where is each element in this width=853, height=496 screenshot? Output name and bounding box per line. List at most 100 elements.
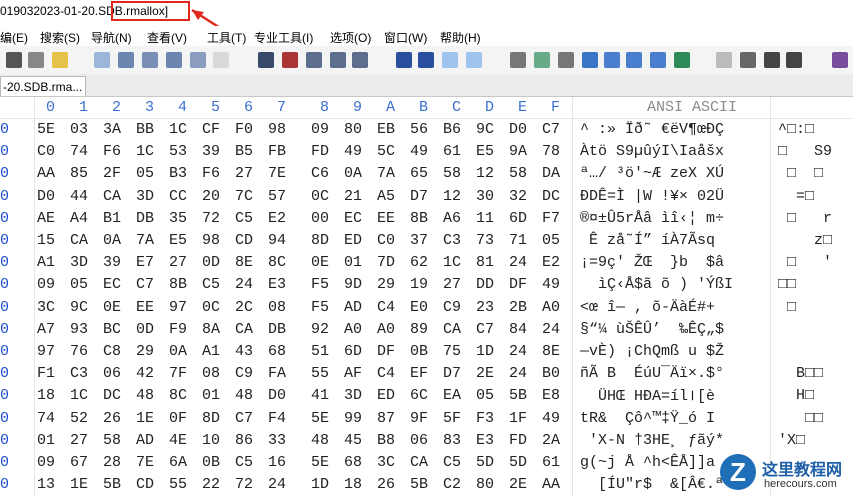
hex-byte[interactable]: D7 — [443, 365, 461, 382]
first-icon[interactable] — [740, 52, 756, 68]
hex-byte[interactable]: D0 — [268, 387, 286, 404]
hex-byte[interactable]: 5D — [476, 454, 494, 471]
hex-byte[interactable]: 53 — [169, 143, 187, 160]
hex-byte[interactable]: 1C — [70, 387, 88, 404]
hex-byte[interactable]: 93 — [70, 321, 88, 338]
hex-byte[interactable]: 0A — [169, 343, 187, 360]
hex-byte[interactable]: F7 — [542, 210, 560, 227]
hex-byte[interactable]: 26 — [103, 410, 121, 427]
grid-icon[interactable] — [650, 52, 666, 68]
hex-byte[interactable]: 43 — [235, 343, 253, 360]
hex-byte[interactable]: C3 — [70, 365, 88, 382]
hex-byte[interactable]: 03 — [70, 121, 88, 138]
ansi-text[interactable]: §“¼ ùŠÊÛ’ ‰ÊÇ„$ — [580, 321, 724, 338]
find-hex-icon[interactable] — [282, 52, 298, 68]
hex-byte[interactable]: 19 — [410, 276, 428, 293]
hex-byte[interactable]: 24 — [509, 365, 527, 382]
hex-byte[interactable]: C6 — [311, 165, 329, 182]
hex-byte[interactable]: 48 — [136, 387, 154, 404]
hex-byte[interactable]: 27 — [169, 254, 187, 271]
hex-byte[interactable]: 61 — [443, 143, 461, 160]
hex-byte[interactable]: 3A — [103, 121, 121, 138]
hex-byte[interactable]: A5 — [377, 188, 395, 205]
hex-byte[interactable]: F1 — [37, 365, 55, 382]
hex-byte[interactable]: DF — [509, 276, 527, 293]
hex-byte[interactable]: 6A — [169, 454, 187, 471]
hex-byte[interactable]: 74 — [37, 410, 55, 427]
binoculars-icon[interactable] — [258, 52, 274, 68]
hex-byte[interactable]: 26 — [377, 476, 395, 493]
hex-byte[interactable]: 68 — [268, 343, 286, 360]
menu-window[interactable]: 窗口(W) — [384, 29, 427, 46]
hex-byte[interactable]: 97 — [169, 299, 187, 316]
hex-byte[interactable]: 6D — [509, 210, 527, 227]
hex-byte[interactable]: 0C — [202, 299, 220, 316]
paste-special-icon[interactable] — [166, 52, 182, 68]
hex-byte[interactable]: AA — [542, 476, 560, 493]
hex-byte[interactable]: EC — [103, 276, 121, 293]
hex-byte[interactable]: C7 — [235, 410, 253, 427]
hex-byte[interactable]: F6 — [202, 165, 220, 182]
hex-byte[interactable]: C5 — [235, 454, 253, 471]
hex-byte[interactable]: ED — [344, 232, 362, 249]
hex-byte[interactable]: 05 — [136, 165, 154, 182]
hex-byte[interactable]: 80 — [476, 476, 494, 493]
hex-byte[interactable]: 2F — [103, 165, 121, 182]
hex-byte[interactable]: 35 — [169, 210, 187, 227]
hex-byte[interactable]: 8B — [169, 276, 187, 293]
hex-byte[interactable]: 65 — [410, 165, 428, 182]
hex-byte[interactable]: F9 — [169, 321, 187, 338]
hex-byte[interactable]: 1D — [476, 343, 494, 360]
hex-byte[interactable]: 8D — [311, 232, 329, 249]
ram-icon[interactable] — [558, 52, 574, 68]
hex-byte[interactable]: 8C — [268, 254, 286, 271]
hex-byte[interactable]: F6 — [103, 143, 121, 160]
hex-byte[interactable]: 0D — [136, 321, 154, 338]
ansi-text[interactable]: Ê zå˜Í” íÀ7Ãsq — [580, 232, 724, 249]
hex-byte[interactable]: B3 — [169, 165, 187, 182]
ascii-text[interactable]: □ □ — [778, 165, 823, 182]
hex-byte[interactable]: FD — [509, 432, 527, 449]
book-icon[interactable] — [832, 52, 848, 68]
hex-byte[interactable]: 49 — [344, 143, 362, 160]
hex-byte[interactable]: 0E — [103, 299, 121, 316]
replace-all-icon[interactable] — [352, 52, 368, 68]
hex-byte[interactable]: B6 — [443, 121, 461, 138]
hex-byte[interactable]: 24 — [509, 254, 527, 271]
goto-icon[interactable] — [396, 52, 412, 68]
hex-byte[interactable]: 01 — [202, 387, 220, 404]
hex-byte[interactable]: 2E — [509, 476, 527, 493]
hex-byte[interactable]: 5D — [509, 454, 527, 471]
hex-byte[interactable]: CA — [443, 321, 461, 338]
paste-icon[interactable] — [142, 52, 158, 68]
menu-view[interactable]: 查看(V) — [147, 29, 187, 46]
hex-icon[interactable] — [213, 52, 229, 68]
ansi-text[interactable]: ìÇ‹Å$ã õ ) 'ÝßI — [580, 276, 733, 293]
hex-byte[interactable]: AA — [37, 165, 55, 182]
hex-byte[interactable]: BC — [103, 321, 121, 338]
hex-byte[interactable]: EE — [377, 210, 395, 227]
hex-byte[interactable]: DF — [377, 343, 395, 360]
hex-byte[interactable]: 2A — [542, 432, 560, 449]
ascii-text[interactable]: □ S9 — [778, 143, 832, 160]
hex-byte[interactable]: A4 — [70, 210, 88, 227]
hex-byte[interactable]: 76 — [70, 343, 88, 360]
hex-byte[interactable]: E2 — [542, 254, 560, 271]
hex-byte[interactable]: 1C — [443, 254, 461, 271]
hex-byte[interactable]: 11 — [476, 210, 494, 227]
hex-byte[interactable]: C7 — [136, 276, 154, 293]
hex-byte[interactable]: A6 — [443, 210, 461, 227]
hex-byte[interactable]: E5 — [476, 143, 494, 160]
hex-byte[interactable]: C5 — [235, 210, 253, 227]
back-icon[interactable] — [442, 52, 458, 68]
disk-icon[interactable] — [510, 52, 526, 68]
menu-edit[interactable]: 编(E) — [0, 29, 28, 46]
hex-byte[interactable]: 09 — [37, 454, 55, 471]
hex-byte[interactable]: 9A — [509, 143, 527, 160]
hex-byte[interactable]: D0 — [37, 188, 55, 205]
hex-byte[interactable]: 39 — [202, 143, 220, 160]
hex-byte[interactable]: C3 — [443, 232, 461, 249]
ansi-text[interactable]: g(~j Å ^h<ÊÅ]]a — [580, 454, 715, 471]
hex-byte[interactable]: AD — [136, 432, 154, 449]
hex-byte[interactable]: CD — [235, 232, 253, 249]
